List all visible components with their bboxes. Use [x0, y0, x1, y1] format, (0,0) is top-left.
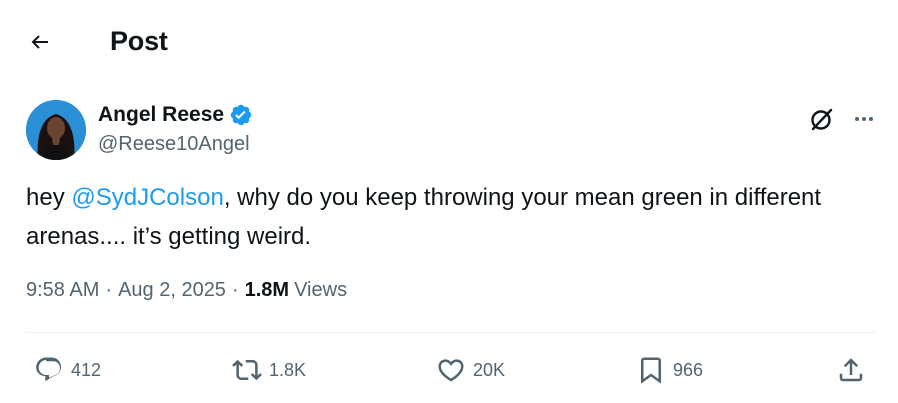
avatar-image: [26, 100, 86, 160]
name-line: Angel Reese: [98, 103, 253, 127]
display-name[interactable]: Angel Reese: [98, 103, 224, 127]
tweet-meta: 9:58 AM · Aug 2, 2025 · 1.8M Views: [26, 279, 347, 302]
tweet-text-prefix: hey: [26, 184, 72, 211]
grok-button[interactable]: [806, 103, 838, 135]
verified-badge-icon[interactable]: [229, 103, 253, 127]
tweet-text: hey @SydJColson, why do you keep throwin…: [26, 178, 866, 256]
author-handle[interactable]: @Reese10Angel: [98, 133, 250, 156]
repost-icon: [232, 359, 262, 381]
repost-count: 1.8K: [269, 359, 307, 380]
page-title: Post: [110, 26, 168, 56]
more-options-button[interactable]: [848, 103, 880, 135]
like-button[interactable]: 20K: [436, 350, 505, 390]
repost-button[interactable]: 1.8K: [232, 350, 306, 390]
grok-icon: [811, 108, 833, 131]
share-icon: [839, 358, 863, 382]
reply-button[interactable]: 412: [34, 350, 101, 390]
reply-icon: [36, 357, 62, 382]
bookmark-button[interactable]: 966: [636, 350, 703, 390]
avatar[interactable]: [26, 100, 86, 160]
views-label: Views: [294, 279, 348, 301]
tweet-time[interactable]: 9:58 AM: [26, 279, 99, 302]
like-count: 20K: [473, 359, 506, 380]
author-row: Angel Reese @Reese10Angel: [26, 100, 878, 160]
bookmark-icon: [641, 357, 661, 384]
action-bar: 412 1.8K 20K 966: [0, 350, 898, 390]
tweet-date[interactable]: Aug 2, 2025: [118, 279, 226, 302]
reply-count: 412: [71, 359, 102, 380]
divider: [26, 332, 876, 333]
heart-icon: [438, 359, 464, 382]
meta-separator: ·: [231, 279, 239, 301]
bookmark-count: 966: [673, 359, 704, 380]
views-count: 1.8M: [244, 279, 290, 301]
arrow-left-icon: [31, 35, 48, 49]
mention-link[interactable]: @SydJColson: [71, 184, 223, 211]
share-button[interactable]: [836, 350, 866, 390]
meta-separator: ·: [105, 279, 113, 301]
back-button[interactable]: [22, 24, 58, 60]
more-dots-icon: [855, 117, 873, 121]
post-header: Post: [0, 0, 898, 84]
